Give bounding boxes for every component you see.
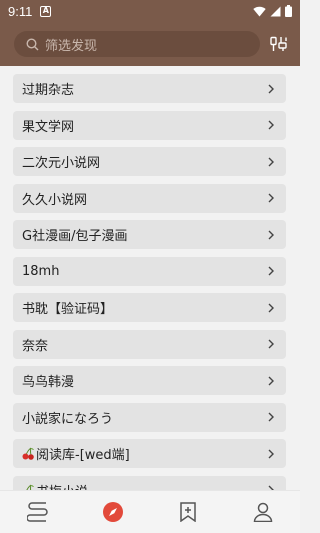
chevron-right-icon [268,376,274,385]
bookshelf-icon [26,502,48,522]
source-item-label: G社漫画/包子漫画 [22,229,128,244]
group-filter-icon [270,36,287,51]
source-item[interactable]: 奈奈 [13,329,286,359]
source-item[interactable]: 18mh [13,256,286,286]
source-item[interactable]: G社漫画/包子漫画 [13,220,286,249]
source-item-label: 奈奈 [22,338,49,354]
source-item-label: 鸟鸟韩漫 [22,375,75,390]
chevron-right-icon [268,120,274,130]
chevron-right-icon [268,412,274,422]
source-item[interactable]: 二次元小说网 [13,147,286,176]
source-item-label: 书梅小说 [36,481,88,491]
source-list: 过期杂志 果文学网 二次元小说网 久久小说网 G社漫画/包子漫画 18mh 书耽… [0,66,300,490]
search-input[interactable]: 筛选发现 [14,31,260,57]
status-indicators [253,5,292,17]
wifi-icon [253,6,266,17]
chevron-right-icon [268,449,274,458]
nav-discover[interactable] [93,492,133,532]
status-bar: 9:11 A [0,0,300,22]
status-time: 9:11 [8,3,33,19]
source-item[interactable]: 书耽【验证码】 [13,293,286,322]
source-item-label: 书耽【验证码】 [22,302,114,317]
chevron-right-icon [268,266,274,276]
nav-bookshelf[interactable] [18,492,58,532]
chevron-right-icon [268,157,274,166]
source-item-label: 果文学网 [22,119,75,135]
notification-icon: A [40,5,52,17]
app-header: 筛选发现 [0,22,300,66]
bottom-nav [0,490,300,533]
battery-icon [285,5,292,17]
source-item-label: 久久小说网 [22,192,88,208]
source-item-label: 二次元小说网 [22,156,101,171]
source-item-label: 小説家になろう [22,411,114,427]
search-placeholder: 筛选发现 [45,38,98,54]
rss-bookmark-icon [179,502,196,522]
discover-compass-icon [102,502,123,522]
group-filter-button[interactable] [268,33,290,55]
source-item[interactable]: 过期杂志 [13,74,286,103]
source-item[interactable]: 书梅小说 [13,475,286,491]
cherry-icon [22,447,34,460]
nav-rss[interactable] [168,492,208,532]
chevron-right-icon [268,84,274,93]
profile-icon [253,502,272,522]
nav-profile[interactable] [243,492,283,532]
source-item[interactable]: 久久小说网 [13,183,286,213]
source-item-label: 过期杂志 [22,83,75,98]
chevron-right-icon [268,230,274,239]
signal-icon [270,6,281,16]
source-item[interactable]: 小説家になろう [13,402,286,432]
chevron-right-icon [268,339,274,349]
source-item-label: 阅读库-[wed端] [36,448,130,463]
source-item[interactable]: 果文学网 [13,110,286,140]
search-icon [26,37,39,50]
source-item[interactable]: 阅读库-[wed端] [13,439,286,468]
source-item-label: 18mh [22,263,60,279]
source-item[interactable]: 鸟鸟韩漫 [13,366,286,395]
chevron-right-icon [268,193,274,203]
chevron-right-icon [268,303,274,312]
